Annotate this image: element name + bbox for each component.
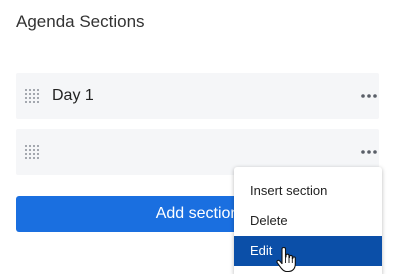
menu-item-delete[interactable]: Delete (234, 206, 382, 236)
drag-handle-icon[interactable] (24, 144, 40, 160)
hand-pointer-icon (276, 247, 296, 273)
menu-item-insert-section[interactable]: Insert section (234, 176, 382, 206)
section-row[interactable]: Day 1 (16, 73, 379, 119)
more-horizontal-icon[interactable] (359, 86, 379, 106)
page-title: Agenda Sections (16, 12, 145, 31)
drag-handle-icon[interactable] (24, 88, 40, 104)
menu-item-edit[interactable]: Edit (234, 236, 382, 266)
more-horizontal-icon[interactable] (359, 142, 379, 162)
section-context-menu: Insert section Delete Edit (234, 167, 382, 274)
section-label: Day 1 (52, 87, 94, 104)
agenda-sections-page: Agenda Sections Day 1 Add section Insert… (0, 0, 396, 274)
